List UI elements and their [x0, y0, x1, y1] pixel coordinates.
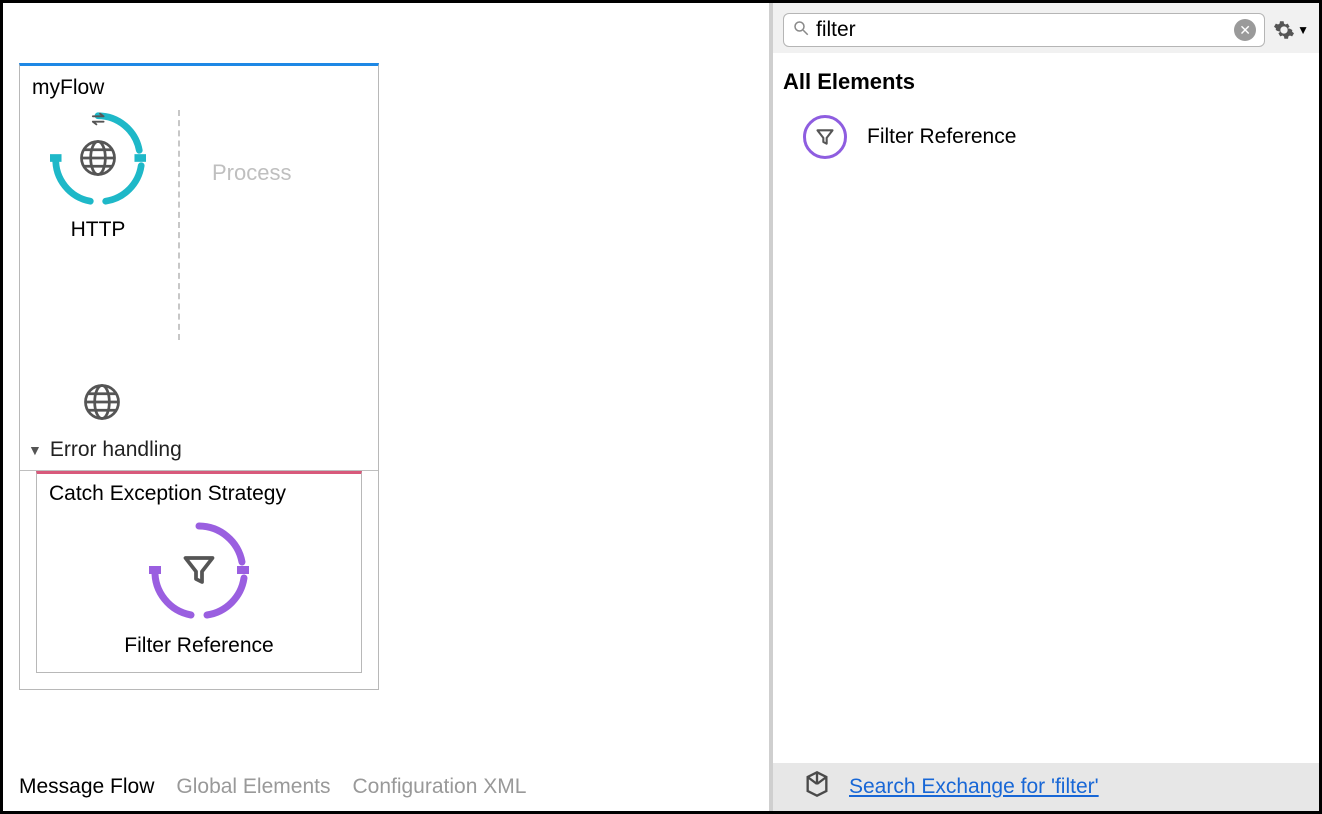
- palette-category-heading: All Elements: [783, 69, 1309, 95]
- mule-palette: ✕ ▼ All Elements Filter Reference Search…: [769, 3, 1319, 811]
- error-handling-header[interactable]: ▼ Error handling: [20, 434, 378, 466]
- palette-footer: Search Exchange for 'filter': [773, 763, 1319, 811]
- http-endpoint-icon: [50, 110, 146, 206]
- catch-exception-title: Catch Exception Strategy: [37, 474, 361, 510]
- catch-exception-strategy[interactable]: Catch Exception Strategy Filter Referenc…: [36, 471, 362, 673]
- clear-search-button[interactable]: ✕: [1234, 19, 1256, 41]
- flow-container[interactable]: myFlow: [19, 63, 379, 690]
- tab-global-elements[interactable]: Global Elements: [176, 775, 330, 799]
- tab-configuration-xml[interactable]: Configuration XML: [352, 775, 526, 799]
- globe-icon[interactable]: [80, 380, 124, 424]
- filter-icon: [803, 115, 847, 159]
- palette-item-label: Filter Reference: [867, 125, 1016, 149]
- search-exchange-link[interactable]: Search Exchange for 'filter': [849, 775, 1099, 799]
- error-handling-label: Error handling: [50, 438, 182, 462]
- palette-settings-button[interactable]: ▼: [1273, 19, 1309, 41]
- process-placeholder[interactable]: Process: [212, 160, 291, 186]
- http-endpoint-label: HTTP: [71, 218, 126, 242]
- flow-title: myFlow: [20, 66, 378, 106]
- filter-reference-label: Filter Reference: [124, 634, 273, 658]
- http-endpoint-node[interactable]: HTTP: [50, 110, 146, 242]
- filter-reference-icon: [149, 520, 249, 620]
- tab-message-flow[interactable]: Message Flow: [19, 775, 154, 799]
- editor-tabs: Message Flow Global Elements Configurati…: [19, 775, 526, 799]
- phase-divider: [178, 110, 180, 340]
- collapse-triangle-icon: ▼: [28, 442, 42, 458]
- search-icon: [792, 19, 810, 42]
- exchange-icon: [803, 770, 831, 804]
- palette-search-input[interactable]: [816, 18, 1234, 42]
- gear-icon: [1273, 19, 1295, 41]
- palette-search[interactable]: ✕: [783, 13, 1265, 47]
- filter-reference-node[interactable]: Filter Reference: [37, 510, 361, 672]
- dropdown-caret-icon: ▼: [1297, 23, 1309, 37]
- palette-item-filter-reference[interactable]: Filter Reference: [783, 111, 1309, 163]
- flow-canvas[interactable]: myFlow: [3, 3, 769, 811]
